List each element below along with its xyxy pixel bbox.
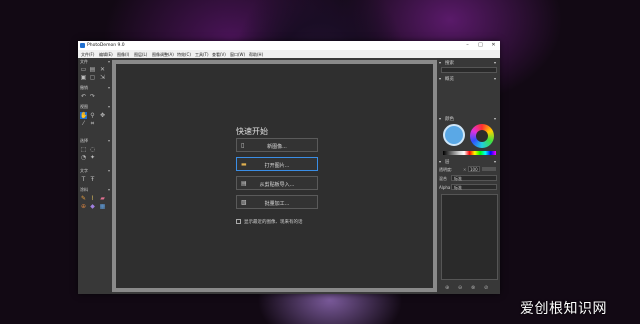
gradient-icon[interactable]: ▦ xyxy=(99,203,106,210)
typography-icon[interactable]: Ŧ xyxy=(89,176,96,183)
open-icon[interactable]: ▤ xyxy=(89,66,96,73)
button-label: 新图像... xyxy=(267,144,287,150)
toolbox: 文件 ▾ ▭ ▤ ✕ ▣ ▢ ⇲ 撤销 ▾ ↶ ↷ 视图 ▾ ✋ ⚲ ✥ ⁄ ⌗ 选择… xyxy=(78,58,112,294)
duplicate-layer-icon[interactable]: ⊖ xyxy=(458,285,462,291)
button-label: 从剪贴板导入... xyxy=(259,182,295,188)
button-label: 批量加工... xyxy=(264,201,290,207)
menu-view[interactable]: 查看(V) xyxy=(212,52,226,58)
window-title: PhotoDemon 9.0 xyxy=(87,43,125,48)
chevron-down-icon[interactable]: ▾ xyxy=(494,60,496,65)
checkbox-box[interactable] xyxy=(236,219,241,224)
blend-mode-select[interactable]: 标准 xyxy=(451,175,497,181)
primary-color-swatch[interactable] xyxy=(443,124,465,146)
brush-icon[interactable]: ⌇ xyxy=(89,195,96,202)
zoom-icon[interactable]: ⚲ xyxy=(89,112,96,119)
export-icon[interactable]: ⇲ xyxy=(99,74,106,81)
color-wheel[interactable] xyxy=(470,124,494,148)
save-icon[interactable]: ▣ xyxy=(80,74,87,81)
title-bar: PhotoDemon 9.0 – □ ✕ xyxy=(78,41,500,50)
eyedropper-icon[interactable]: ⁄ xyxy=(80,120,87,127)
overview-panel-header[interactable]: ▾ 概览 ▾ xyxy=(439,75,498,83)
menu-tools[interactable]: 工具(T) xyxy=(195,52,209,58)
eraser-icon[interactable]: ▰ xyxy=(99,195,106,202)
text-icon[interactable]: T xyxy=(80,176,87,183)
menu-image[interactable]: 图像(I) xyxy=(117,52,129,58)
redo-icon[interactable]: ↷ xyxy=(89,93,96,100)
clone-icon[interactable]: ⊕ xyxy=(80,203,87,210)
toolbox-section-paint[interactable]: 涂料 ▾ xyxy=(80,187,110,193)
menu-layer[interactable]: 图层(L) xyxy=(134,52,147,58)
merge-layer-icon[interactable]: ⊗ xyxy=(471,285,475,291)
pencil-icon[interactable]: ✎ xyxy=(80,195,87,202)
hand-tool-icon[interactable]: ✋ xyxy=(80,112,87,119)
button-label: 打开图片... xyxy=(264,163,290,169)
open-image-button[interactable]: ▬ 打开图片... xyxy=(236,157,318,171)
layers-panel-title: 层 xyxy=(445,160,450,165)
rect-select-icon[interactable]: ⬚ xyxy=(80,146,87,153)
search-panel-title: 搜索 xyxy=(445,61,454,66)
magic-wand-icon[interactable]: ✦ xyxy=(89,154,96,161)
undo-icon[interactable]: ↶ xyxy=(80,93,87,100)
toolbox-section-text[interactable]: 文字 ▾ xyxy=(80,168,110,174)
maximize-button[interactable]: □ xyxy=(474,41,487,50)
color-palette-strip[interactable] xyxy=(443,151,496,155)
color-panel-header[interactable]: ▾ 颜色 ▾ xyxy=(439,115,498,123)
section-label: 撤销 xyxy=(80,85,88,90)
import-clipboard-button[interactable]: ▤ 从剪贴板导入... xyxy=(236,176,318,190)
new-icon[interactable]: ▭ xyxy=(80,66,87,73)
show-recent-checkbox[interactable]: 显示最近的图像、现来有的话 xyxy=(236,219,303,225)
menu-help[interactable]: 帮助(H) xyxy=(249,52,263,58)
alpha-mode-select[interactable]: 标准 xyxy=(451,184,497,190)
search-input[interactable] xyxy=(441,67,497,73)
quick-start-panel: 快速开始 ▯ 新图像... ▬ 打开图片... ▤ 从剪贴板导入... ▧ 批量… xyxy=(116,64,433,288)
blend-mode-value: 标准 xyxy=(454,176,462,181)
layers-list[interactable] xyxy=(441,194,498,280)
search-panel-header[interactable]: ▾ 搜索 ▾ xyxy=(439,59,498,67)
move-icon[interactable]: ✥ xyxy=(99,112,106,119)
opacity-reset-icon[interactable]: ✕ xyxy=(463,167,466,172)
opacity-label: 透明度: xyxy=(439,167,453,172)
toolbox-section-undo[interactable]: 撤销 ▾ xyxy=(80,85,110,91)
section-label: 视图 xyxy=(80,104,88,109)
close-button[interactable]: ✕ xyxy=(487,41,500,50)
blend-label: 混合 xyxy=(439,176,447,181)
menu-window[interactable]: 窗口(W) xyxy=(230,52,245,58)
save-as-icon[interactable]: ▢ xyxy=(89,74,96,81)
toolbox-section-select[interactable]: 选择 ▾ xyxy=(80,138,110,144)
watermark-text: 爱创根知识网 xyxy=(520,301,607,317)
delete-layer-icon[interactable]: ⊘ xyxy=(484,285,488,291)
color-panel-title: 颜色 xyxy=(445,117,454,122)
toolbox-section-file[interactable]: 文件 ▾ xyxy=(80,59,110,65)
alpha-mode-value: 标准 xyxy=(454,185,462,190)
add-layer-icon[interactable]: ⊕ xyxy=(445,285,449,291)
layers-panel-header[interactable]: ▾ 层 ▾ xyxy=(439,158,498,166)
alpha-label: Alpha xyxy=(439,185,451,190)
menu-adjustments[interactable]: 图像调整(A) xyxy=(152,52,174,58)
toolbox-section-view[interactable]: 视图 ▾ xyxy=(80,104,110,110)
minimize-button[interactable]: – xyxy=(461,41,474,50)
lasso-icon[interactable]: ◔ xyxy=(80,154,87,161)
opacity-input[interactable]: 100 xyxy=(468,166,480,172)
canvas-area: 快速开始 ▯ 新图像... ▬ 打开图片... ▤ 从剪贴板导入... ▧ 批量… xyxy=(112,60,437,292)
opacity-slider[interactable] xyxy=(482,167,496,171)
ellipse-select-icon[interactable]: ◌ xyxy=(89,146,96,153)
menu-bar: 文件(F) 编辑(E) 图像(I) 图层(L) 图像调整(A) 特效(C) 工具… xyxy=(78,50,500,58)
checkbox-label: 显示最近的图像、现来有的话 xyxy=(244,220,303,225)
overview-panel-title: 概览 xyxy=(445,77,454,82)
close-icon[interactable]: ✕ xyxy=(99,66,106,73)
section-label: 文件 xyxy=(80,59,88,64)
new-image-button[interactable]: ▯ 新图像... xyxy=(236,138,318,152)
section-label: 文字 xyxy=(80,168,88,173)
fill-icon[interactable]: ◆ xyxy=(89,203,96,210)
menu-effects[interactable]: 特效(C) xyxy=(177,52,191,58)
opacity-value: 100 xyxy=(470,167,478,172)
section-label: 涂料 xyxy=(80,187,88,192)
app-icon xyxy=(80,43,85,48)
section-label: 选择 xyxy=(80,138,88,143)
quick-start-title: 快速开始 xyxy=(236,127,268,136)
batch-process-button[interactable]: ▧ 批量加工... xyxy=(236,195,318,209)
crop-icon[interactable]: ⌗ xyxy=(89,120,96,127)
app-window: PhotoDemon 9.0 – □ ✕ 文件(F) 编辑(E) 图像(I) 图… xyxy=(78,41,500,294)
